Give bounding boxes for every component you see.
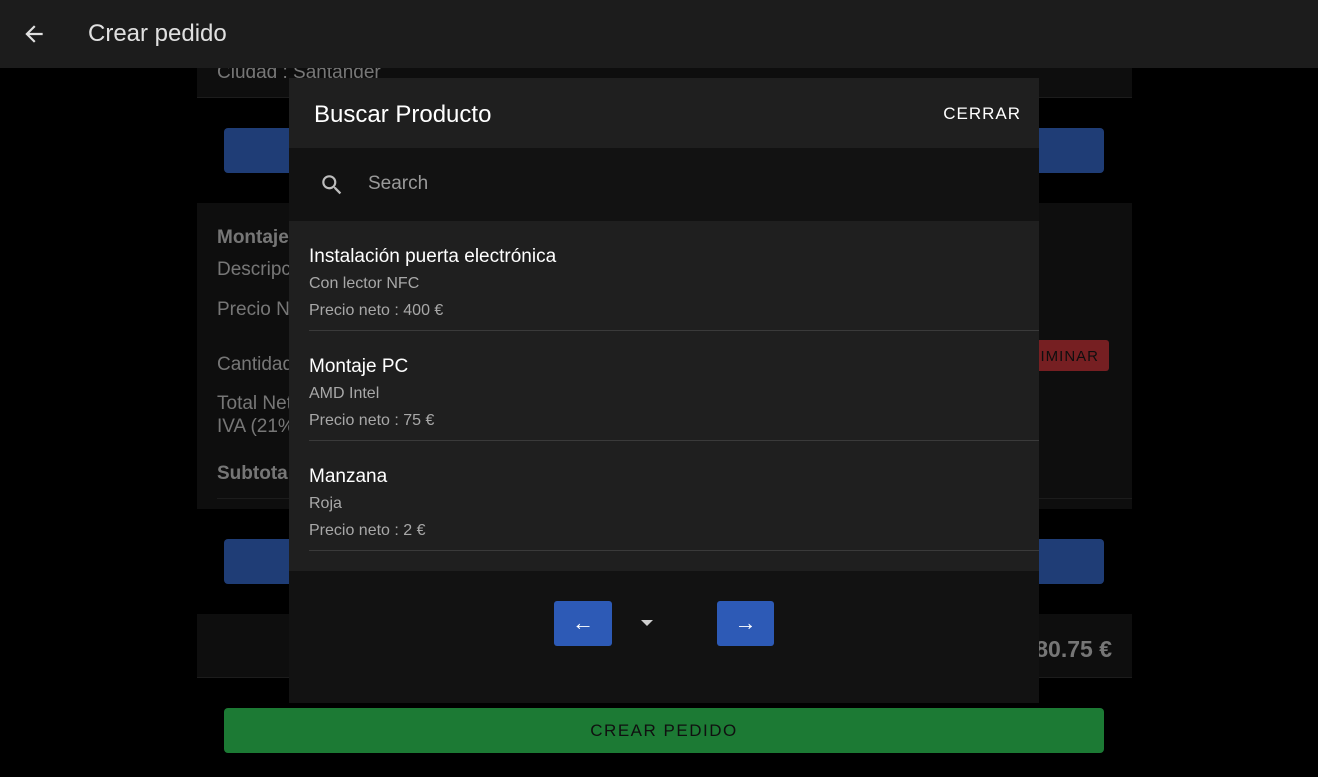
list-item[interactable]: Manzana Roja Precio neto : 2 € xyxy=(309,441,1039,551)
search-icon xyxy=(322,175,342,195)
back-button[interactable] xyxy=(14,14,54,54)
product-description: Con lector NFC xyxy=(309,275,420,292)
list-item[interactable]: Montaje PC AMD Intel Precio neto : 75 € xyxy=(309,331,1039,441)
page-title: Crear pedido xyxy=(88,20,227,47)
search-input[interactable] xyxy=(368,166,1008,202)
create-order-button[interactable]: CREAR PEDIDO xyxy=(224,708,1104,753)
results-list: Instalación puerta electrónica Con lecto… xyxy=(289,221,1039,571)
arrow-left-icon xyxy=(25,25,43,43)
search-bar xyxy=(289,148,1039,221)
caret-down-icon xyxy=(641,620,653,626)
product-name: Montaje PC xyxy=(309,356,409,377)
page-select[interactable] xyxy=(629,611,669,637)
product-description: Roja xyxy=(309,495,342,512)
dialog-header: Buscar Producto CERRAR xyxy=(289,78,1039,148)
product-description: AMD Intel xyxy=(309,385,380,402)
product-name: Instalación puerta electrónica xyxy=(309,246,557,267)
product-search-dialog: Buscar Producto CERRAR Instalación puert… xyxy=(289,78,1039,703)
product-name: Manzana xyxy=(309,466,388,487)
list-item[interactable]: Instalación puerta electrónica Con lecto… xyxy=(309,221,1039,331)
product-price: Precio neto : 75 € xyxy=(309,412,435,429)
product-price: Precio neto : 400 € xyxy=(309,302,444,319)
product-price: Precio neto : 2 € xyxy=(309,522,426,539)
previous-page-button[interactable]: ← xyxy=(554,601,612,646)
app-bar: Crear pedido xyxy=(0,0,1318,68)
close-button[interactable]: CERRAR xyxy=(943,104,1021,124)
dialog-title: Buscar Producto xyxy=(314,101,492,128)
next-page-button[interactable]: → xyxy=(717,601,774,646)
